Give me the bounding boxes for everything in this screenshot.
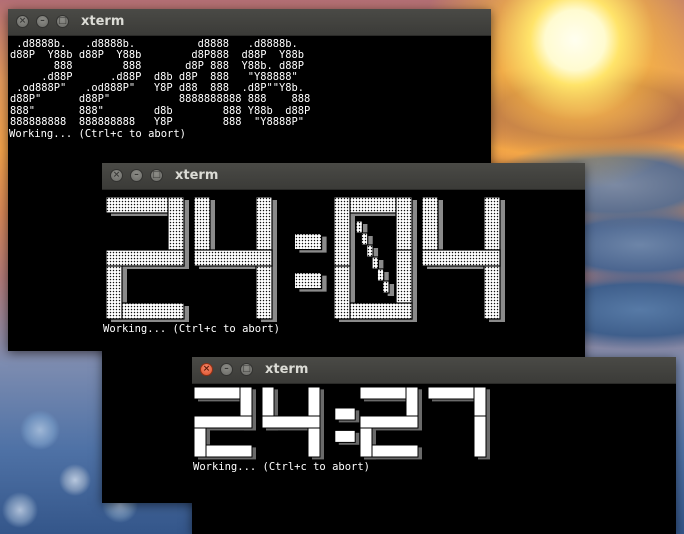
window-title: xterm: [175, 168, 219, 183]
clock-digit: [261, 387, 324, 460]
clock-digit: [193, 197, 277, 322]
clock-digit: [194, 387, 256, 460]
maximize-icon[interactable]: □: [150, 169, 163, 182]
big-clock: [194, 387, 676, 461]
big-clock: [106, 197, 585, 323]
maximize-icon[interactable]: □: [240, 363, 253, 376]
clock-digit: [359, 387, 422, 460]
close-icon[interactable]: ×: [16, 15, 29, 28]
terminal-output[interactable]: Working... (Ctrl+c to abort): [192, 383, 676, 534]
minimize-icon[interactable]: –: [36, 15, 49, 28]
minimize-icon[interactable]: –: [220, 363, 233, 376]
titlebar[interactable]: × – □ xterm: [102, 163, 585, 190]
close-icon[interactable]: ×: [200, 363, 213, 376]
clock-colon: [293, 232, 327, 292]
status-line: Working... (Ctrl+c to abort): [103, 323, 281, 335]
titlebar[interactable]: × – □ xterm: [8, 9, 491, 36]
status-line: Working... (Ctrl+c to abort): [193, 461, 371, 473]
clock-digit: [421, 197, 505, 322]
maximize-icon[interactable]: □: [56, 15, 69, 28]
status-line: Working... (Ctrl+c to abort): [9, 127, 187, 140]
minimize-icon[interactable]: –: [130, 169, 143, 182]
clock-digit: [106, 197, 189, 322]
close-icon[interactable]: ×: [110, 169, 123, 182]
clock-digit: [427, 387, 490, 460]
window-title: xterm: [81, 14, 125, 29]
clock-colon: [334, 407, 360, 445]
titlebar[interactable]: × – □ xterm: [192, 357, 676, 384]
window-title: xterm: [265, 362, 309, 377]
clock-digit: [333, 197, 417, 322]
xterm-window-3[interactable]: × – □ xterm Working... (Ctrl+c to abort): [192, 357, 676, 534]
ascii-clock: .d8888b. .d8888b. d8888 .d8888b. d88P Y8…: [10, 38, 311, 128]
